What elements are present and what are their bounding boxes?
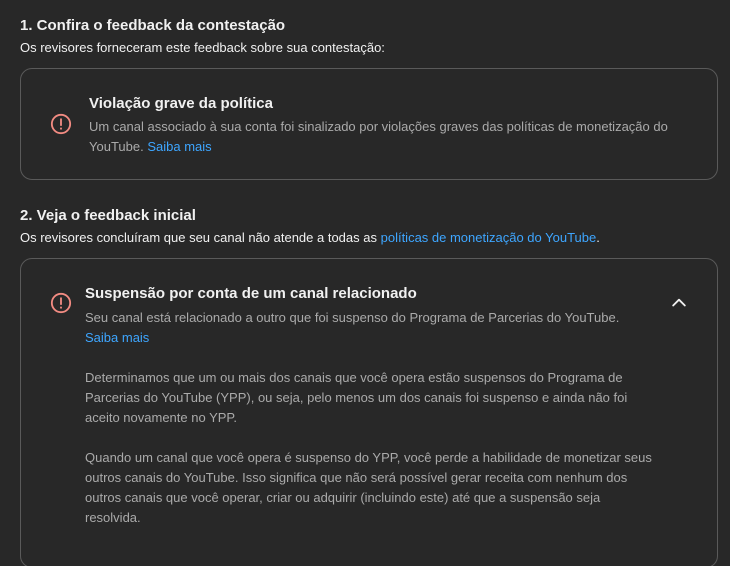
section1-subtitle: Os revisores forneceram este feedback so… (20, 40, 385, 55)
section2-subtitle-suffix: . (596, 230, 600, 245)
detail-paragraph-2: Quando um canal que você opera é suspens… (85, 448, 685, 528)
card1-body-line2: YouTube. (89, 139, 144, 154)
card1-title: Violação grave da política (89, 95, 273, 112)
section1-title: 1. Confira o feedback da contestação (20, 17, 286, 34)
card2-body-text: Seu canal está relacionado a outro que f… (85, 310, 620, 325)
detail-paragraph-2-line-1: Quando um canal que você opera é suspens… (85, 450, 652, 465)
card1-body: Um canal associado à sua conta foi sinal… (89, 117, 699, 157)
monetization-policies-link[interactable]: políticas de monetização do YouTube (381, 230, 597, 245)
card2-learn-more-link[interactable]: Saiba mais (85, 330, 149, 345)
detail-paragraph-1: Determinamos que um ou mais dos canais q… (85, 368, 685, 428)
detail-paragraph-2-line-4: resolvida. (85, 510, 141, 525)
appeal-feedback-card: Violação grave da política Um canal asso… (20, 68, 718, 180)
card2-title: Suspensão por conta de um canal relacion… (85, 285, 417, 302)
section2-title: 2. Veja o feedback inicial (20, 207, 196, 224)
alert-circle-icon (50, 292, 72, 314)
alert-circle-icon (50, 113, 72, 135)
detail-paragraph-1-line-2: Parcerias do YouTube (YPP), ou seja, pel… (85, 390, 628, 405)
card1-body-line1: Um canal associado à sua conta foi sinal… (89, 119, 668, 134)
page: 1. Confira o feedback da contestação Os … (0, 0, 730, 566)
detail-paragraph-2-line-2: outros canais do YouTube. Isso significa… (85, 470, 628, 485)
detail-paragraph-1-line-1: Determinamos que um ou mais dos canais q… (85, 370, 623, 385)
detail-paragraph-1-line-3: aceito novamente no YPP. (85, 410, 238, 425)
chevron-up-icon[interactable] (669, 293, 689, 313)
card2-body: Seu canal está relacionado a outro que f… (85, 308, 645, 348)
detail-paragraph-2-line-3: outros canais que você operar, criar ou … (85, 490, 601, 505)
section2-subtitle-prefix: Os revisores concluíram que seu canal nã… (20, 230, 381, 245)
card1-learn-more-link[interactable]: Saiba mais (147, 139, 211, 154)
section2-subtitle: Os revisores concluíram que seu canal nã… (20, 230, 600, 246)
initial-feedback-card: Suspensão por conta de um canal relacion… (20, 258, 718, 566)
